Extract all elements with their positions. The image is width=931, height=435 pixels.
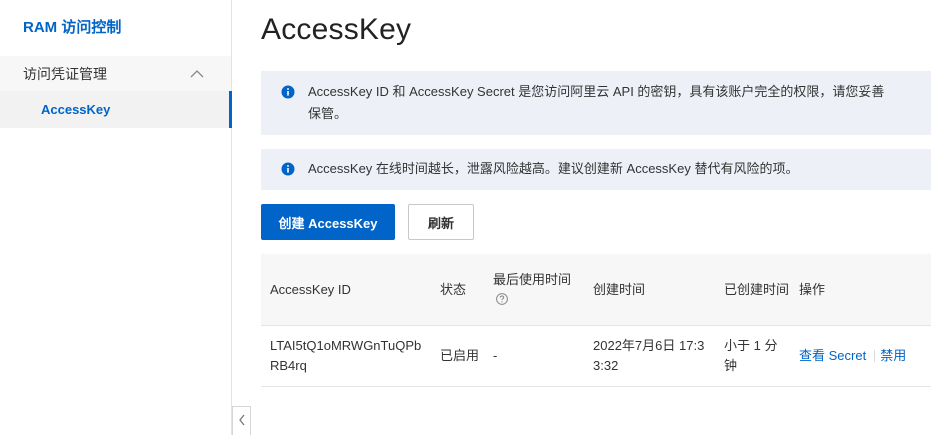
sidebar-group-label: 访问凭证管理: [23, 65, 107, 82]
accesskey-table: AccessKey ID 状态 最后使用时间 创建时间 已创建时间 操作 LTA…: [261, 254, 931, 387]
column-header-actions: 操作: [799, 281, 826, 297]
refresh-button[interactable]: 刷新: [408, 204, 474, 240]
column-header-created-ago: 已创建时间: [724, 281, 790, 297]
column-header-id: AccessKey ID: [270, 281, 351, 297]
chevron-up-icon[interactable]: [189, 66, 205, 82]
column-header-created: 创建时间: [593, 281, 646, 297]
column-header-last-used: 最后使用时间: [493, 254, 583, 325]
sidebar: RAM 访问控制 访问凭证管理 AccessKey: [0, 0, 232, 435]
cell-accesskey-id: LTAI5tQ1oMRWGnTuQPbRB4rq: [270, 338, 422, 373]
sidebar-item-accesskey[interactable]: AccessKey: [0, 91, 232, 128]
column-header-status: 状态: [440, 281, 467, 297]
cell-status: 已启用: [440, 348, 480, 363]
cell-created: 2022年7月6日 17:33:32: [593, 338, 705, 373]
table-header: AccessKey ID 状态 最后使用时间 创建时间 已创建时间 操作: [261, 254, 931, 326]
cell-created-ago: 小于 1 分钟: [724, 338, 778, 373]
table-row: LTAI5tQ1oMRWGnTuQPbRB4rq 已启用 - 2022年7月6日…: [261, 326, 931, 387]
notice-text: AccessKey 在线时间越长，泄露风险越高。建议创建新 AccessKey …: [308, 161, 799, 176]
main-content: AccessKey AccessKey ID 和 AccessKey Secre…: [233, 0, 931, 435]
cell-last-used: -: [493, 348, 498, 363]
sidebar-group-credentials[interactable]: 访问凭证管理: [0, 56, 231, 91]
info-icon: [281, 161, 295, 176]
app-title[interactable]: RAM 访问控制: [23, 16, 121, 37]
disable-link[interactable]: 禁用: [880, 346, 906, 366]
create-accesskey-button[interactable]: 创建 AccessKey: [261, 204, 395, 240]
notice-secret-warning: AccessKey ID 和 AccessKey Secret 是您访问阿里云 …: [261, 71, 931, 135]
cell-actions: 查看 Secret 禁用: [799, 326, 931, 386]
view-secret-link[interactable]: 查看 Secret: [799, 346, 866, 366]
column-header-label: 最后使用时间: [493, 271, 572, 287]
notice-risk-warning: AccessKey 在线时间越长，泄露风险越高。建议创建新 AccessKey …: [261, 149, 931, 190]
notice-text: AccessKey ID 和 AccessKey Secret 是您访问阿里云 …: [308, 84, 885, 121]
page-title: AccessKey: [261, 13, 412, 46]
action-divider: [874, 350, 876, 362]
question-circle-icon[interactable]: [496, 291, 508, 305]
info-icon: [281, 84, 295, 99]
